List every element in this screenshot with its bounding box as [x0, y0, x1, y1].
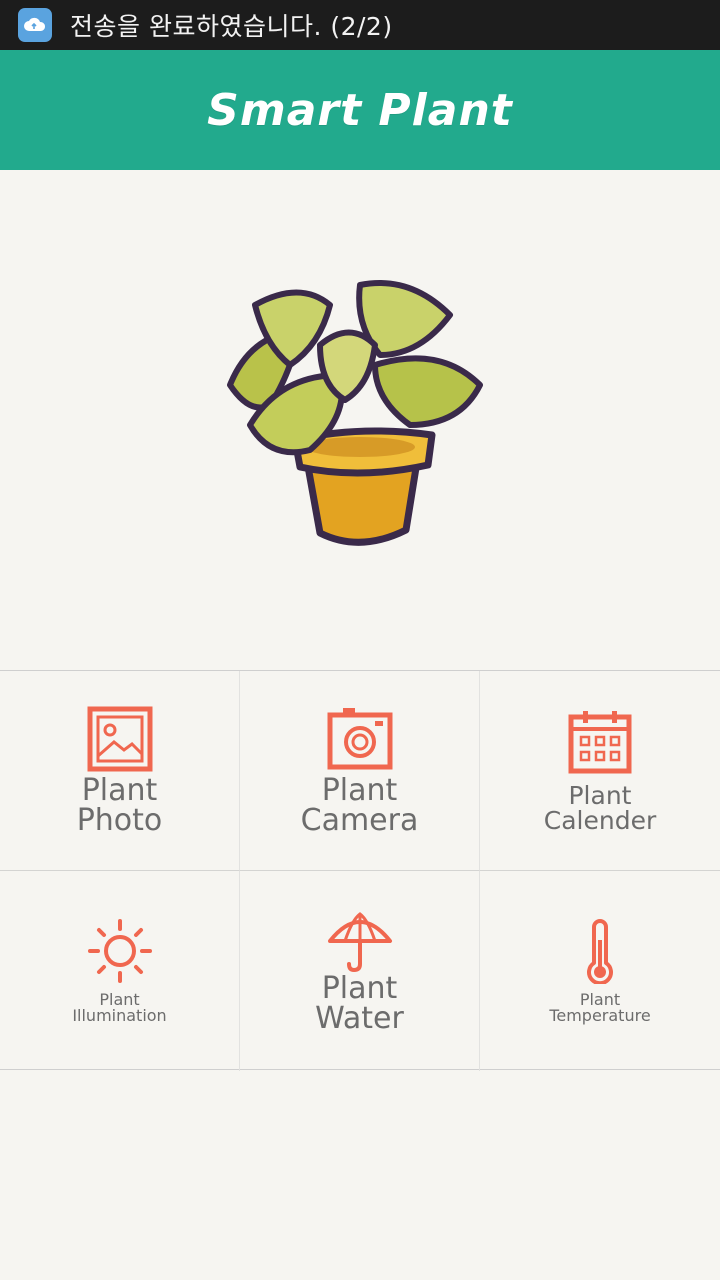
calendar-icon: [568, 710, 632, 773]
notification-text: 전송을 완료하였습니다. (2/2): [70, 12, 393, 41]
potted-plant-illustration: [227, 280, 483, 546]
camera-icon: [327, 707, 392, 769]
app-bar: Smart Plant: [0, 50, 720, 170]
cloud-upload-icon: [18, 8, 52, 42]
umbrella-icon: [327, 912, 392, 973]
menu-grid: Plant Photo Plant Camera Plant Calender …: [0, 670, 720, 1071]
tile-label: Plant Illumination: [72, 990, 167, 1025]
sun-icon: [87, 919, 152, 983]
plant-water-button[interactable]: Plant Water: [240, 871, 480, 1071]
photo-icon: [87, 706, 152, 771]
tile-label: Plant Photo: [76, 772, 163, 838]
app-title: Smart Plant: [207, 84, 513, 136]
plant-photo-button[interactable]: Plant Photo: [0, 671, 240, 871]
hero-area: [0, 170, 720, 670]
status-bar: 전송을 완료하였습니다. (2/2): [0, 0, 720, 50]
tile-label: Plant Calender: [543, 780, 657, 835]
plant-calendar-button[interactable]: Plant Calender: [480, 671, 720, 871]
thermometer-icon: [587, 919, 613, 984]
tile-label: Plant Temperature: [549, 990, 651, 1025]
plant-temperature-button[interactable]: Plant Temperature: [480, 871, 720, 1071]
tile-label: Plant Camera: [300, 772, 419, 838]
plant-illumination-button[interactable]: Plant Illumination: [0, 871, 240, 1071]
tile-label: Plant Water: [315, 971, 404, 1036]
plant-camera-button[interactable]: Plant Camera: [240, 671, 480, 871]
